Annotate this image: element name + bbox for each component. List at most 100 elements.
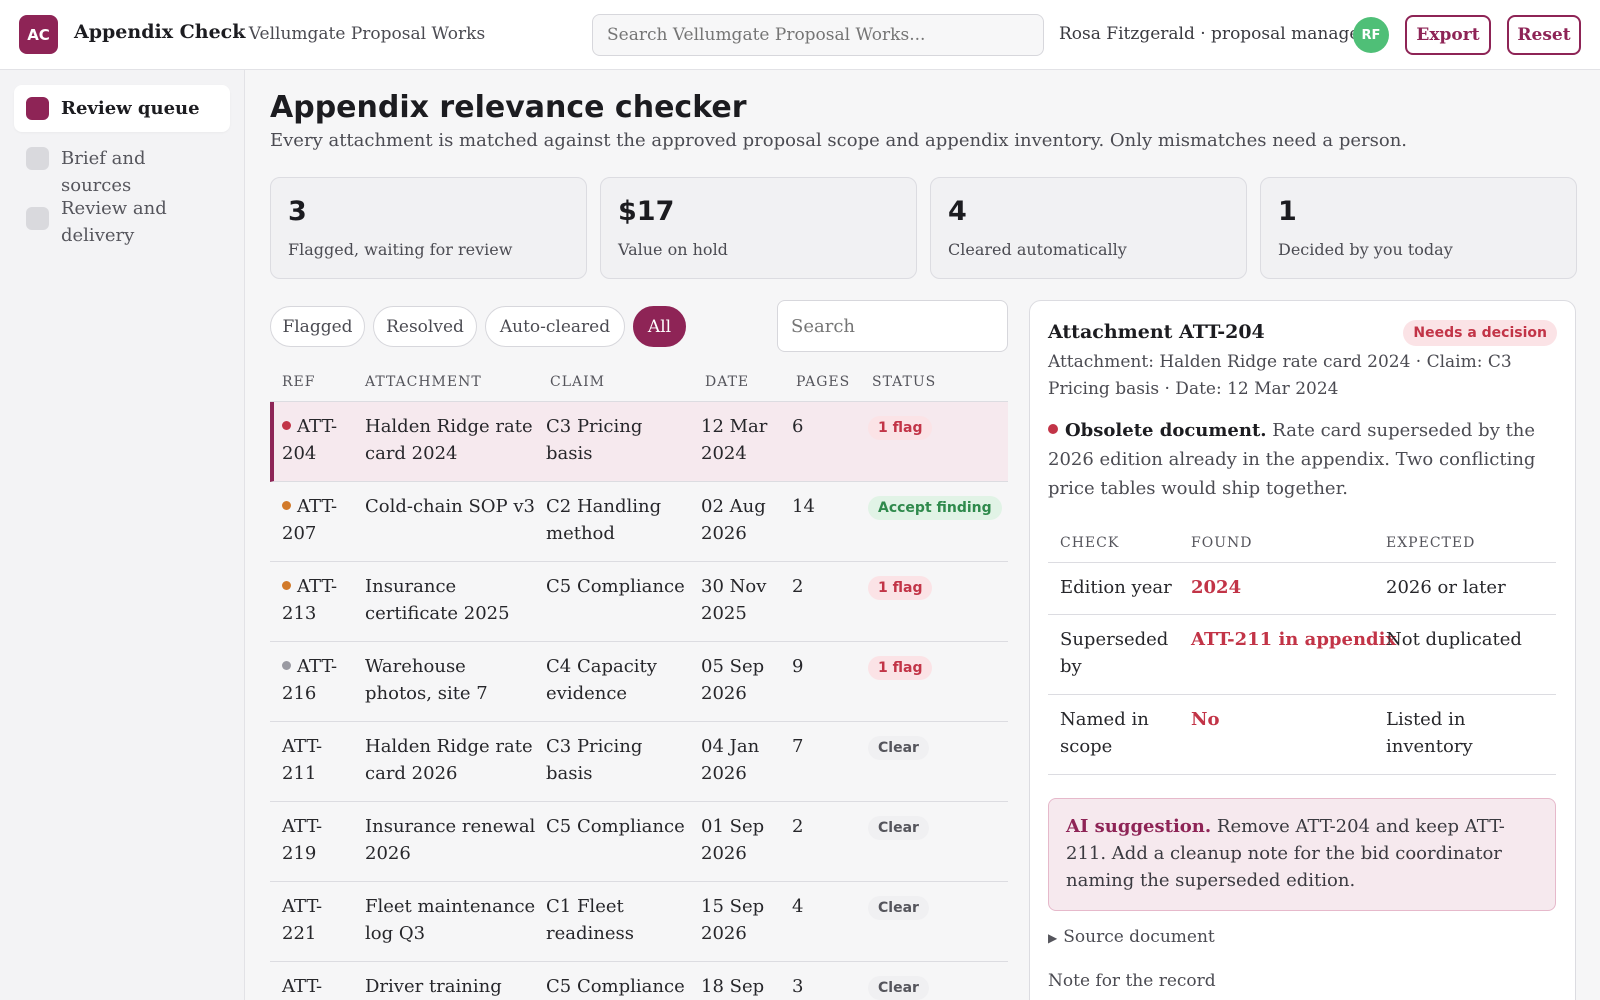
ref-text: ATT- <box>282 976 323 997</box>
stat-card-flagged: 3 Flagged, waiting for review <box>270 177 587 279</box>
app-title: Appendix Check <box>74 21 246 43</box>
table-row[interactable]: ATT-211 Halden Ridge rate card 2026 C3 Pri… <box>270 722 1008 802</box>
status-badge: 1 flag <box>868 416 933 440</box>
claim-cell: C1 Fleet readiness <box>546 896 634 944</box>
status-dot-icon <box>282 501 291 510</box>
filter-flagged[interactable]: Flagged <box>270 306 365 347</box>
stat-card-cleared: 4 Cleared automatically <box>930 177 1247 279</box>
column-header-status: STATUS <box>872 374 937 390</box>
status-badge: Needs a decision <box>1403 320 1557 346</box>
ref-cell: ATT-211 <box>282 733 352 787</box>
stat-label: Value on hold <box>618 240 728 259</box>
claim-cell: C4 Capacity evidence <box>546 656 657 704</box>
attachment-cell: Driver training <box>365 976 502 997</box>
source-document-label: Source document <box>1063 927 1215 947</box>
sidebar-item-label: Review queue <box>61 98 200 119</box>
status-badge: Accept finding <box>868 496 1002 520</box>
app-logo: AC <box>19 15 58 54</box>
status-dot-icon <box>282 661 291 670</box>
pages-cell: 2 <box>792 816 804 837</box>
table-row[interactable]: ATT-221 Fleet maintenance log Q3 C1 Fleet … <box>270 882 1008 962</box>
stat-label: Decided by you today <box>1278 240 1453 259</box>
global-search-input[interactable] <box>592 14 1044 56</box>
date-cell: 18 Sep <box>701 976 765 997</box>
claim-cell: C3 Pricing basis <box>546 416 643 464</box>
flag-dot-icon <box>1048 424 1058 434</box>
pages-cell: 7 <box>792 736 804 757</box>
date-cell: 01 Sep 2026 <box>701 816 765 864</box>
pages-cell: 14 <box>792 496 815 517</box>
detail-meta: Attachment: Halden Ridge rate card 2024 … <box>1048 352 1512 399</box>
attachments-table: REF ATTACHMENT CLAIM DATE PAGES STATUS A… <box>270 360 1008 1000</box>
pages-cell: 6 <box>792 416 804 437</box>
sidebar-item-review-queue[interactable]: Review queue <box>14 85 230 132</box>
check-row: Superseded by ATT-211 in appendix Not du… <box>1048 615 1556 695</box>
column-header-pages: PAGES <box>796 374 851 390</box>
ref-cell: ATT- <box>282 973 352 1000</box>
source-document-toggle[interactable]: ▶ Source document <box>1048 927 1215 947</box>
pages-cell: 2 <box>792 576 804 597</box>
ref-cell: ATT-221 <box>282 893 352 947</box>
top-bar: AC Appendix Check · Vellumgate Proposal … <box>0 0 1600 70</box>
status-badge: Clear <box>868 816 929 840</box>
filter-all[interactable]: All <box>633 306 686 347</box>
date-cell: 12 Mar 2024 <box>701 416 768 464</box>
table-row[interactable]: ATT-207 Cold-chain SOP v3 C2 Handling meth… <box>270 482 1008 562</box>
disclosure-triangle-icon: ▶ <box>1048 931 1058 945</box>
check-name: Superseded by <box>1060 629 1169 677</box>
reset-button[interactable]: Reset <box>1507 15 1581 55</box>
sidebar-item-review-and-delivery[interactable]: Review and delivery <box>14 185 214 259</box>
check-found: 2024 <box>1191 577 1242 598</box>
pages-cell: 4 <box>792 896 804 917</box>
stat-card-decided: 1 Decided by you today <box>1260 177 1577 279</box>
date-cell: 15 Sep 2026 <box>701 896 765 944</box>
export-button[interactable]: Export <box>1405 15 1491 55</box>
attachment-cell: Halden Ridge rate card 2026 <box>365 736 533 784</box>
ref-text: ATT-219 <box>282 816 323 864</box>
ref-cell: ATT-219 <box>282 813 352 867</box>
filter-auto-cleared[interactable]: Auto-cleared <box>485 306 625 347</box>
note-label: Note for the record <box>1048 971 1216 991</box>
check-row: Edition year 2024 2026 or later <box>1048 563 1556 615</box>
stat-value: 1 <box>1278 196 1297 227</box>
check-expected: Listed in inventory <box>1386 709 1473 757</box>
column-header-ref: REF <box>282 374 316 390</box>
org-name: · Vellumgate Proposal Works <box>238 24 486 44</box>
attachment-search-input[interactable] <box>777 300 1008 352</box>
column-header-attachment: ATTACHMENT <box>365 374 482 390</box>
table-header: REF ATTACHMENT CLAIM DATE PAGES STATUS <box>270 360 1008 402</box>
status-dot-icon <box>282 581 291 590</box>
table-row[interactable]: ATT-204 Halden Ridge rate card 2024 C3 Pri… <box>270 402 1008 482</box>
page-subtitle: Every attachment is matched against the … <box>270 130 1408 151</box>
claim-cell: C5 Compliance <box>546 576 685 597</box>
status-badge: 1 flag <box>868 656 933 680</box>
status-badge: Clear <box>868 896 929 920</box>
table-row[interactable]: ATT-219 Insurance renewal 2026 C5 Complian… <box>270 802 1008 882</box>
delivery-icon <box>26 207 49 230</box>
stat-label: Flagged, waiting for review <box>288 240 513 259</box>
sidebar-item-label: Review and delivery <box>61 198 167 246</box>
status-badge: 1 flag <box>868 576 933 600</box>
check-found: No <box>1191 709 1220 730</box>
claim-cell: C2 Handling method <box>546 496 662 544</box>
ai-suggestion-label: AI suggestion. <box>1066 816 1212 837</box>
user-name: Rosa Fitzgerald · proposal manager <box>1059 24 1368 44</box>
table-row[interactable]: ATT-213 Insurance certificate 2025 C5 Comp… <box>270 562 1008 642</box>
table-row[interactable]: ATT-216 Warehouse photos, site 7 C4 Capaci… <box>270 642 1008 722</box>
column-header-claim: CLAIM <box>550 374 605 390</box>
filter-resolved[interactable]: Resolved <box>373 306 477 347</box>
detail-title: Attachment ATT-204 <box>1048 321 1265 343</box>
check-expected: 2026 or later <box>1386 577 1506 598</box>
stat-value: $17 <box>618 196 675 227</box>
avatar[interactable]: RF <box>1353 17 1389 53</box>
table-row[interactable]: ATT- Driver training C5 Compliance 18 Sep 3 C… <box>270 962 1008 1000</box>
sidebar: Review queue Brief and sources Review an… <box>0 70 245 1000</box>
finding-title: Obsolete document. <box>1065 420 1267 441</box>
pages-cell: 3 <box>792 976 804 997</box>
attachment-cell: Insurance certificate 2025 <box>365 576 510 624</box>
main-content: Appendix relevance checker Every attachm… <box>270 70 1580 1000</box>
attachment-cell: Fleet maintenance log Q3 <box>365 896 536 944</box>
date-cell: 05 Sep 2026 <box>701 656 765 704</box>
attachment-detail-panel: Attachment ATT-204 Needs a decision Atta… <box>1029 300 1576 1000</box>
table-body: ATT-204 Halden Ridge rate card 2024 C3 Pri… <box>270 402 1008 1000</box>
